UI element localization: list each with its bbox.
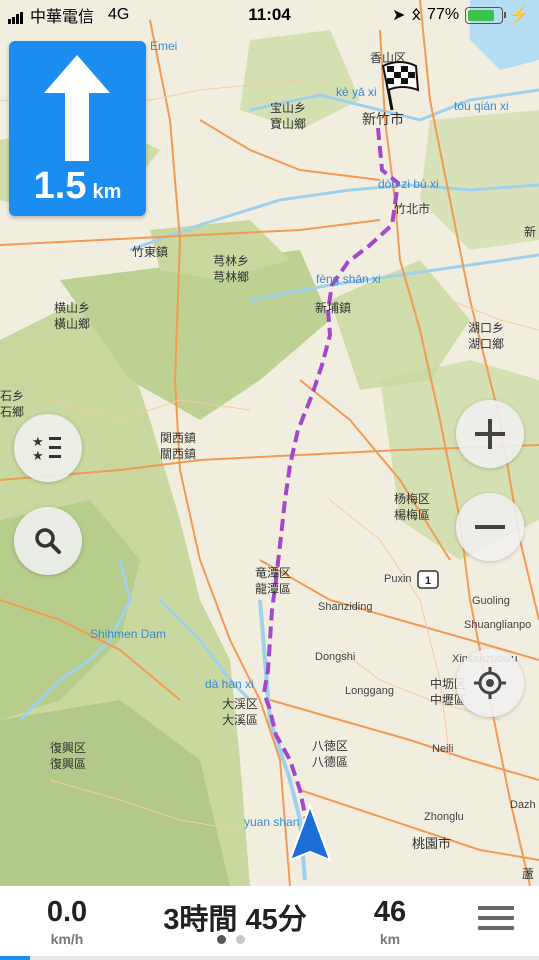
svg-text:1: 1 <box>425 575 431 587</box>
svg-text:dà hàn xi: dà hàn xi <box>205 677 254 691</box>
svg-text:Longgang: Longgang <box>345 685 394 697</box>
svg-text:八徳区: 八徳区 <box>312 738 348 753</box>
svg-text:Dazh: Dazh <box>510 799 536 811</box>
svg-text:竹北市: 竹北市 <box>394 201 430 216</box>
speed-unit: km/h <box>50 931 84 947</box>
svg-text:寶山鄉: 寶山鄉 <box>270 116 306 131</box>
favorites-button[interactable]: ★ ★ <box>14 414 82 482</box>
svg-text:fèng shān xi: fèng shān xi <box>316 272 381 286</box>
svg-text:大溪區: 大溪區 <box>222 713 258 727</box>
menu-button[interactable] <box>478 906 514 936</box>
location-arrow-icon: ➤ <box>392 7 406 24</box>
status-bar: 中華電信 4G 11:04 ➤ ᛟ 77% ⚡ <box>0 0 539 30</box>
distance-unit: km <box>379 931 401 947</box>
page-dot-active <box>217 935 226 944</box>
minus-icon <box>475 525 505 529</box>
speed-stat: 0.0 km/h <box>22 896 112 947</box>
hamburger-icon <box>478 906 514 910</box>
svg-text:桃園市: 桃園市 <box>412 836 451 851</box>
svg-text:Dongshi: Dongshi <box>315 651 355 663</box>
svg-text:竹東鎮: 竹東鎮 <box>132 244 168 259</box>
zoom-out-button[interactable] <box>456 493 524 561</box>
highway-shield: 1 <box>417 570 439 589</box>
zoom-in-button[interactable] <box>456 400 524 468</box>
svg-text:関西鎮: 関西鎮 <box>160 430 196 445</box>
distance-stat: 46 km <box>345 896 435 947</box>
svg-text:龍潭區: 龍潭區 <box>255 581 291 596</box>
bluetooth-icon: ᛟ <box>411 6 422 23</box>
charging-icon: ⚡ <box>509 7 529 24</box>
svg-text:Neili: Neili <box>432 743 453 755</box>
svg-text:Guoling: Guoling <box>472 595 510 607</box>
straight-arrow-icon <box>44 55 110 161</box>
svg-text:★: ★ <box>32 449 44 463</box>
svg-text:竜潭区: 竜潭区 <box>255 566 291 580</box>
svg-text:復興區: 復興區 <box>50 756 86 771</box>
svg-text:Shihmen Dam: Shihmen Dam <box>90 627 166 641</box>
svg-text:★: ★ <box>32 435 44 450</box>
svg-text:八德區: 八德區 <box>312 754 348 769</box>
page-dot <box>236 935 245 944</box>
svg-text:dòu zi bù xi: dòu zi bù xi <box>378 177 439 191</box>
page-indicator[interactable] <box>217 935 245 944</box>
svg-text:石乡: 石乡 <box>0 389 24 403</box>
eta-value: 3時間 45分 <box>163 904 307 936</box>
svg-text:新竹市: 新竹市 <box>362 111 404 127</box>
svg-text:楊梅區: 楊梅區 <box>394 507 430 522</box>
locate-button[interactable] <box>456 649 524 717</box>
route-progress-bar <box>0 956 539 960</box>
svg-text:横山乡: 横山乡 <box>54 301 90 315</box>
svg-text:tóu qián xi: tóu qián xi <box>454 99 509 113</box>
locate-icon <box>474 667 506 699</box>
battery-percent: 77% <box>427 6 460 23</box>
svg-text:kè yǎ xi: kè yǎ xi <box>336 85 377 99</box>
svg-text:杨梅区: 杨梅区 <box>394 491 430 506</box>
svg-text:Emei: Emei <box>150 39 177 53</box>
svg-text:芎林鄉: 芎林鄉 <box>213 270 249 284</box>
svg-text:蘆: 蘆 <box>522 867 534 881</box>
battery-icon <box>465 6 507 24</box>
svg-text:Zhonglu: Zhonglu <box>424 811 464 823</box>
eta-stat: 3時間 45分 <box>140 896 330 938</box>
favorites-list-icon: ★ ★ <box>32 435 61 463</box>
turn-distance: 1.5 <box>33 165 87 207</box>
svg-text:新埔鎮: 新埔鎮 <box>315 300 351 315</box>
svg-text:石鄉: 石鄉 <box>0 405 24 419</box>
svg-text:Shuanglianpo: Shuanglianpo <box>464 619 531 631</box>
svg-text:新: 新 <box>524 224 536 239</box>
svg-text:橫山鄉: 橫山鄉 <box>54 317 90 331</box>
svg-text:宝山乡: 宝山乡 <box>270 101 306 115</box>
svg-text:復興区: 復興区 <box>50 740 86 755</box>
plus-icon <box>475 419 505 449</box>
svg-text:芎林乡: 芎林乡 <box>213 254 249 268</box>
distance-value: 46 <box>373 896 407 928</box>
svg-text:關西鎮: 關西鎮 <box>160 446 196 461</box>
svg-text:Puxin: Puxin <box>384 573 412 585</box>
trip-info-bar[interactable]: 0.0 km/h 3時間 45分 46 km <box>0 886 539 960</box>
turn-distance-unit: km <box>92 181 122 203</box>
svg-text:湖口乡: 湖口乡 <box>468 320 504 335</box>
search-icon <box>35 528 61 554</box>
svg-text:yuan shan: yuan shan <box>244 815 299 829</box>
svg-text:Shanziding: Shanziding <box>318 601 372 613</box>
speed-value: 0.0 <box>46 896 88 928</box>
search-button[interactable] <box>14 507 82 575</box>
svg-text:湖口鄉: 湖口鄉 <box>468 336 504 351</box>
svg-text:大渓区: 大渓区 <box>222 697 258 711</box>
turn-instruction-panel[interactable]: 1.5 km <box>9 41 146 216</box>
